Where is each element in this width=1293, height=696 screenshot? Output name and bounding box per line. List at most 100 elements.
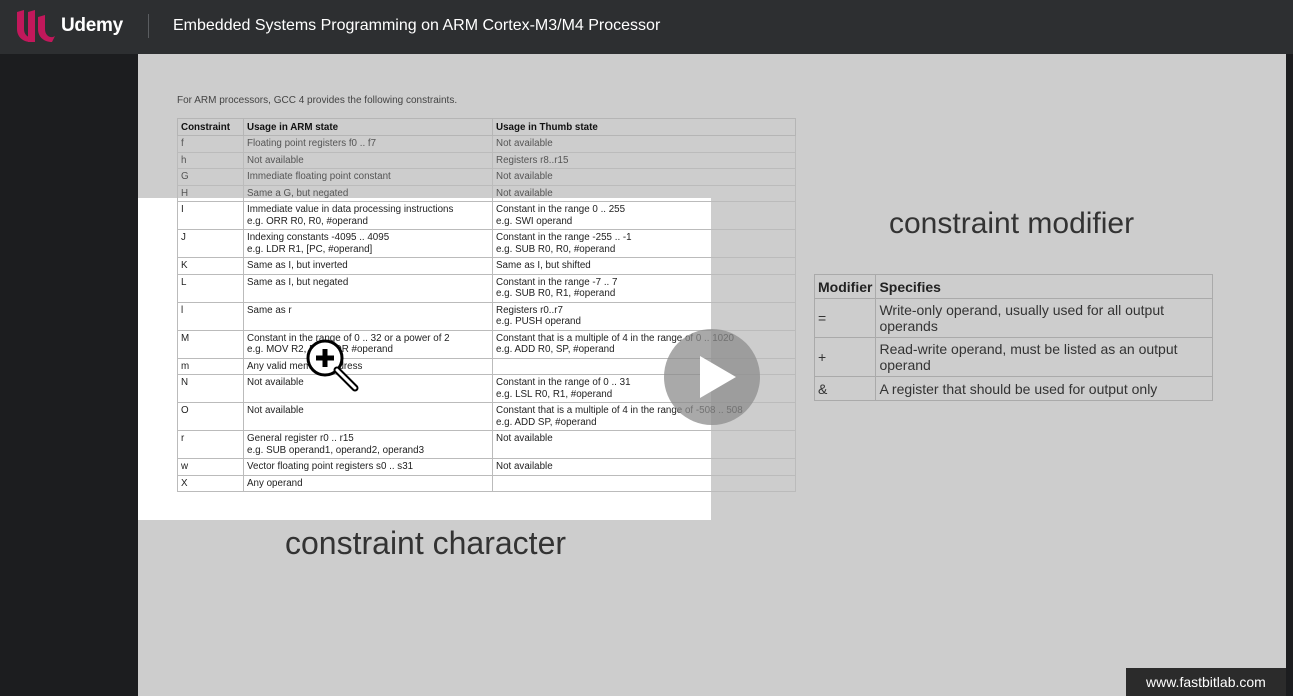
watermark-text: www.fastbitlab.com bbox=[1146, 674, 1266, 690]
arm-usage-cell-line: Same as r bbox=[247, 304, 292, 316]
constraint-cell: I bbox=[177, 201, 244, 230]
lecture-slide: For ARM processors, GCC 4 provides the f… bbox=[138, 54, 1286, 696]
thumb-usage-cell-line: Constant in the range 0 .. 255 bbox=[496, 204, 626, 215]
thumb-usage-cell-line: Not available bbox=[496, 187, 553, 199]
table-row: I Immediate value in data processing inst… bbox=[177, 201, 796, 230]
constraint-cell-line: h bbox=[181, 154, 187, 166]
constraints-table-body: f Floating point registers f0 .. f7 Not av… bbox=[177, 135, 796, 492]
modifier-cell: + bbox=[813, 337, 877, 377]
arm-usage-cell: General register r0 .. r15 e.g. SUB opera… bbox=[243, 430, 493, 459]
arm-usage-cell-line: Immediate floating point constant bbox=[247, 171, 391, 182]
column-header-specifies: Specifies bbox=[875, 274, 1214, 299]
table-row: L Same as I, but negated Constant in the r… bbox=[177, 273, 796, 303]
udemy-logo-icon bbox=[17, 10, 55, 42]
video-player[interactable]: For ARM processors, GCC 4 provides the f… bbox=[0, 54, 1293, 696]
arm-usage-cell-line: e.g. LDR R1, [PC, #operand] bbox=[247, 243, 373, 255]
arm-usage-cell: Not available bbox=[243, 402, 493, 431]
arm-usage-cell-line: Same a G, but negated bbox=[247, 187, 349, 199]
column-header-arm: Usage in ARM state bbox=[243, 118, 493, 136]
arm-usage-cell: Any operand bbox=[243, 474, 493, 492]
arm-usage-cell: Same as r bbox=[243, 301, 493, 331]
thumb-usage-cell-line: Registers r8..r15 bbox=[496, 154, 569, 166]
brand-name: Udemy bbox=[61, 15, 123, 36]
arm-usage-cell: Same as I, but inverted bbox=[243, 257, 493, 275]
constraint-cell: H bbox=[177, 184, 244, 202]
arm-usage-cell: Indexing constants -4095 .. 4095 e.g. LDR… bbox=[243, 229, 493, 258]
table-row: G Immediate floating point constant Not av… bbox=[177, 168, 796, 186]
specifies-cell: Read-write operand, must be listed as an… bbox=[875, 337, 1214, 377]
table-row: h Not available Registers r8..r15 bbox=[177, 151, 796, 169]
arm-usage-cell: Immediate value in data processing instr… bbox=[243, 201, 493, 230]
thumb-usage-cell: Not available bbox=[492, 168, 796, 186]
constraint-cell-line: L bbox=[181, 276, 187, 288]
thumb-usage-cell-line: Same as I, but shifted bbox=[496, 260, 591, 271]
thumb-usage-cell-line: Not available bbox=[496, 171, 553, 182]
thumb-usage-cell: Registers r8..r15 bbox=[492, 151, 796, 169]
watermark: www.fastbitlab.com bbox=[1126, 668, 1286, 696]
udemy-logo[interactable]: Udemy bbox=[14, 9, 123, 43]
constraint-cell: G bbox=[177, 168, 244, 186]
constraint-modifier-heading: constraint modifier bbox=[889, 207, 1135, 240]
constraint-cell-line: X bbox=[181, 477, 188, 489]
table-row: + Read-write operand, must be listed as … bbox=[813, 337, 1214, 377]
arm-usage-cell: Same as I, but negated bbox=[243, 273, 493, 303]
table-row: & A register that should be used for out… bbox=[813, 376, 1214, 401]
arm-usage-cell: Constant in the range of 0 .. 32 or a po… bbox=[243, 329, 493, 359]
top-bar: Udemy Embedded Systems Programming on AR… bbox=[0, 0, 1293, 54]
constraint-cell: L bbox=[177, 273, 244, 303]
arm-usage-cell: Same a G, but negated bbox=[243, 184, 493, 202]
thumb-usage-cell: Same as I, but shifted bbox=[492, 257, 796, 275]
modifier-cell: = bbox=[813, 298, 877, 338]
constraint-cell: w bbox=[177, 458, 244, 476]
constraint-cell: r bbox=[177, 430, 244, 459]
constraint-cell: l bbox=[177, 301, 244, 331]
arm-usage-cell: Not available bbox=[243, 151, 493, 169]
arm-usage-cell-line: Vector floating point registers s0 .. s3… bbox=[247, 461, 414, 472]
constraint-cell-line: I bbox=[181, 204, 184, 215]
constraint-cell: f bbox=[177, 135, 244, 153]
course-title[interactable]: Embedded Systems Programming on ARM Cort… bbox=[173, 17, 660, 35]
arm-usage-cell: Not available bbox=[243, 374, 493, 403]
arm-usage-cell-line: Same as I, but negated bbox=[247, 276, 349, 288]
thumb-usage-cell-line: Not available bbox=[496, 433, 553, 444]
play-icon bbox=[700, 356, 736, 398]
constraint-cell: M bbox=[177, 329, 244, 359]
thumb-usage-cell-line: Constant in the range -255 .. -1 bbox=[496, 232, 632, 243]
thumb-usage-cell-line: e.g. PUSH operand bbox=[496, 316, 581, 327]
header-divider bbox=[148, 14, 149, 38]
thumb-usage-cell-line: Not available bbox=[496, 138, 553, 149]
arm-usage-cell-line: Any operand bbox=[247, 477, 303, 489]
constraint-cell-line: M bbox=[181, 332, 190, 344]
table-row: H Same a G, but negated Not available bbox=[177, 184, 796, 202]
constraint-cell-line: G bbox=[181, 171, 189, 182]
arm-usage-cell: Any valid memory address bbox=[243, 357, 493, 375]
column-header-modifier: Modifier bbox=[813, 274, 877, 299]
arm-usage-cell: Floating point registers f0 .. f7 bbox=[243, 135, 493, 153]
constraint-cell-line: r bbox=[181, 433, 185, 444]
constraint-cell: N bbox=[177, 374, 244, 403]
modifier-table: Modifier Specifies = Write-only operand,… bbox=[813, 274, 1214, 401]
constraint-cell: X bbox=[177, 474, 244, 492]
constraint-cell-line: K bbox=[181, 260, 188, 271]
arm-usage-cell-line: General register r0 .. r15 bbox=[247, 433, 354, 444]
constraint-cell-line: l bbox=[181, 304, 184, 316]
specifies-cell: Write-only operand, usually used for all… bbox=[875, 298, 1214, 338]
arm-usage-cell-line: e.g. SUB operand1, operand2, operand3 bbox=[247, 444, 425, 456]
constraint-cell-line: f bbox=[181, 138, 184, 149]
table-row: J Indexing constants -4095 .. 4095 e.g. LD… bbox=[177, 229, 796, 258]
constraint-cell: h bbox=[177, 151, 244, 169]
thumb-usage-cell-line: Constant in the range of 0 .. 31 bbox=[496, 377, 631, 388]
constraint-character-heading: constraint character bbox=[285, 525, 567, 561]
constraint-cell-line: O bbox=[181, 405, 189, 416]
table-row: r General register r0 .. r15 e.g. SUB oper… bbox=[177, 430, 796, 459]
thumb-usage-cell-line: Not available bbox=[496, 461, 553, 472]
constraint-cell: K bbox=[177, 257, 244, 275]
arm-usage-cell-line: Immediate value in data processing instr… bbox=[247, 204, 454, 215]
thumb-usage-cell: Constant that is a multiple of 4 in the … bbox=[492, 402, 796, 431]
thumb-usage-cell-line: e.g. LSL R0, R1, #operand bbox=[496, 388, 613, 400]
table-row: l Same as r Registers r0..r7 e.g. PUSH oper… bbox=[177, 301, 796, 331]
play-button[interactable] bbox=[664, 329, 760, 425]
thumb-usage-cell: Not available bbox=[492, 458, 796, 476]
thumb-usage-cell bbox=[492, 474, 796, 492]
arm-usage-cell-line: e.g. ORR R0, R0, #operand bbox=[247, 215, 368, 227]
